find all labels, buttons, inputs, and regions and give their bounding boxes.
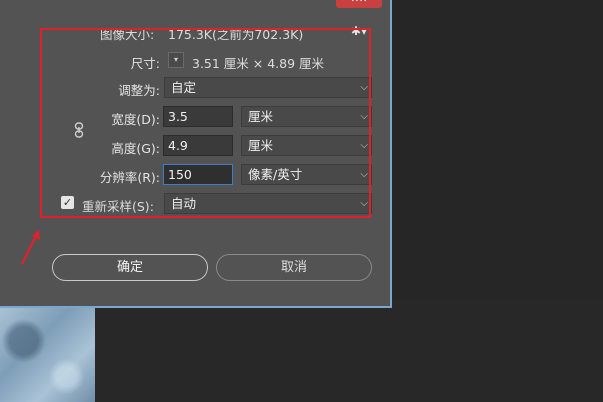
ok-button[interactable]: 确定 [52,254,208,281]
annotation-arrow-icon [21,230,40,265]
cancel-button[interactable]: 取消 [216,254,372,281]
background-photo [0,300,95,402]
image-size-dialog: ✕✕ 图像大小: 175.3K(之前为702.3K) ✱▾ 尺寸: ▾ 3.51… [0,0,392,308]
close-button[interactable]: ✕✕ [336,0,382,8]
canvas-background [95,300,603,402]
highlight-annotation-box [40,28,371,218]
